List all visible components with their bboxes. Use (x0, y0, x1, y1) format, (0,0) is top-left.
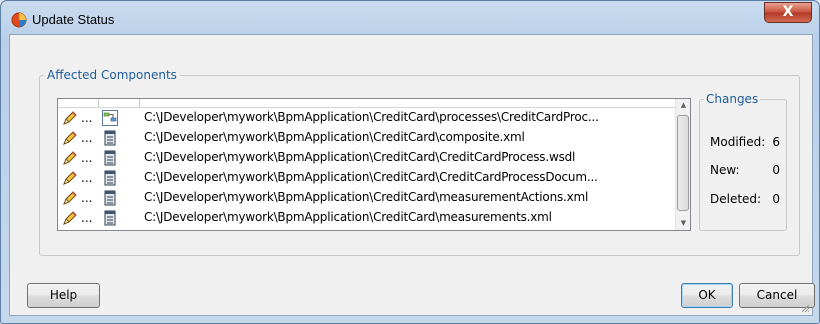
status-cell: ... (62, 170, 98, 186)
path-cell: C:\JDeveloper\mywork\BpmApplication\Cred… (144, 150, 576, 164)
new-label: New: (710, 163, 740, 177)
status-column-header[interactable] (58, 99, 99, 107)
update-status-dialog: Update Status X Affected Components ... … (0, 0, 820, 324)
new-count: 0 (772, 163, 780, 177)
table-row[interactable]: ... C:\JDeveloper\mywork\BpmApplication\… (58, 108, 676, 128)
status-cell: ... (62, 150, 98, 166)
document-icon (104, 170, 116, 186)
dialog-body: Affected Components ... C:\JDeveloper\my… (9, 34, 815, 316)
status-text: ... (81, 111, 93, 125)
document-icon (104, 130, 116, 146)
deleted-count: 0 (772, 192, 780, 206)
resize-grip-icon[interactable] (800, 303, 810, 313)
status-text: ... (81, 131, 93, 145)
oracle-app-icon (11, 12, 27, 28)
path-cell: C:\JDeveloper\mywork\BpmApplication\Cred… (144, 190, 589, 204)
dialog-title: Update Status (32, 12, 115, 27)
modified-count: 6 (772, 135, 780, 149)
pencil-icon (63, 151, 77, 165)
table-row[interactable]: ... C:\JDeveloper\mywork\BpmApplication\… (58, 128, 676, 148)
changes-group: Changes Modified: 6 New: 0 Deleted: 0 (699, 92, 787, 231)
deleted-label: Deleted: (710, 192, 762, 206)
changes-legend: Changes (704, 92, 761, 106)
modified-label: Modified: (710, 135, 766, 149)
pencil-icon (63, 211, 77, 225)
document-icon (104, 150, 116, 166)
scrollbar-thumb[interactable] (677, 115, 689, 211)
status-cell: ... (62, 190, 98, 206)
status-text: ... (81, 151, 93, 165)
status-cell: ... (62, 130, 98, 146)
path-cell: C:\JDeveloper\mywork\BpmApplication\Cred… (144, 130, 525, 144)
status-cell: ... (62, 210, 98, 226)
affected-components-group: Affected Components ... C:\JDeveloper\my… (39, 68, 800, 256)
status-text: ... (81, 171, 93, 185)
table-header (58, 99, 676, 108)
document-icon (104, 210, 116, 226)
type-column-header[interactable] (99, 99, 140, 107)
affected-components-table[interactable]: ... C:\JDeveloper\mywork\BpmApplication\… (57, 98, 691, 231)
status-text: ... (81, 211, 93, 225)
pencil-icon (63, 131, 77, 145)
status-text: ... (81, 191, 93, 205)
path-cell: C:\JDeveloper\mywork\BpmApplication\Cred… (144, 210, 552, 224)
status-cell: ... (62, 110, 98, 126)
scroll-up-arrow-icon[interactable]: ▲ (676, 99, 691, 112)
path-cell: C:\JDeveloper\mywork\BpmApplication\Cred… (144, 170, 598, 184)
table-row[interactable]: ... C:\JDeveloper\mywork\BpmApplication\… (58, 188, 676, 208)
table-row[interactable]: ... C:\JDeveloper\mywork\BpmApplication\… (58, 208, 676, 228)
help-button[interactable]: Help (27, 283, 100, 308)
path-cell: C:\JDeveloper\mywork\BpmApplication\Cred… (144, 110, 599, 124)
title-bar[interactable]: Update Status X (1, 1, 819, 35)
table-row[interactable]: ... C:\JDeveloper\mywork\BpmApplication\… (58, 148, 676, 168)
affected-components-legend: Affected Components (44, 68, 180, 82)
close-button[interactable]: X (764, 2, 812, 23)
pencil-icon (63, 111, 77, 125)
table-rows: ... C:\JDeveloper\mywork\BpmApplication\… (58, 108, 676, 230)
vertical-scrollbar[interactable]: ▲ ▼ (675, 99, 690, 230)
document-icon (104, 190, 116, 206)
process-icon (102, 110, 118, 126)
path-column-header[interactable] (140, 99, 676, 107)
ok-button[interactable]: OK (681, 283, 733, 308)
pencil-icon (63, 191, 77, 205)
table-row[interactable]: ... C:\JDeveloper\mywork\BpmApplication\… (58, 168, 676, 188)
scroll-down-arrow-icon[interactable]: ▼ (676, 217, 691, 230)
pencil-icon (63, 171, 77, 185)
